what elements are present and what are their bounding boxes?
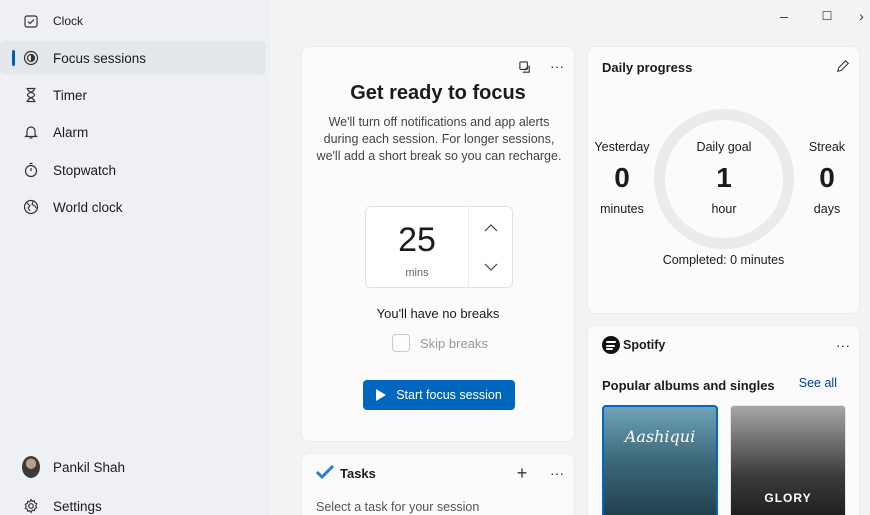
daily-goal-unit: hour bbox=[711, 202, 737, 216]
album-card[interactable]: Aashiqui bbox=[602, 405, 718, 515]
start-button-label: Start focus session bbox=[396, 388, 502, 402]
daily-progress-card: Daily progress Yesterday 0 minutes Daily… bbox=[587, 46, 860, 314]
breaks-info: You'll have no breaks bbox=[376, 306, 500, 321]
chevron-up-icon bbox=[484, 220, 498, 235]
tasks-header: Tasks bbox=[315, 464, 376, 482]
album-card[interactable]: GLORY bbox=[730, 405, 846, 515]
stopwatch-icon bbox=[22, 161, 40, 179]
tasks-card: Tasks + ··· Select a task for your sessi… bbox=[301, 453, 575, 515]
sidebar-item-clock[interactable]: Clock bbox=[0, 4, 266, 38]
popular-albums-title: Popular albums and singles bbox=[602, 378, 775, 393]
duration-value[interactable]: 25 bbox=[366, 221, 468, 260]
sidebar-item-alarm[interactable]: Alarm bbox=[0, 115, 266, 149]
account-button[interactable]: Pankil Shah bbox=[0, 450, 266, 484]
avatar bbox=[22, 456, 40, 478]
spotify-icon bbox=[602, 336, 620, 354]
more-options-icon[interactable]: ··· bbox=[546, 462, 568, 484]
sidebar-item-label: Stopwatch bbox=[53, 162, 117, 178]
spotify-card: Spotify ··· Popular albums and singles S… bbox=[587, 325, 860, 515]
hourglass-icon bbox=[22, 86, 40, 104]
bell-icon bbox=[22, 123, 40, 141]
completed-text: Completed: 0 minutes bbox=[662, 253, 785, 267]
focus-title: Get ready to focus bbox=[350, 82, 526, 104]
see-all-link[interactable]: See all bbox=[799, 376, 837, 390]
focus-card: ··· Get ready to focus We'll turn off no… bbox=[301, 46, 575, 442]
start-focus-session-button[interactable]: Start focus session bbox=[363, 380, 515, 410]
album-title: GLORY bbox=[764, 491, 812, 505]
streak-label: Streak bbox=[808, 140, 846, 154]
sidebar-item-label: World clock bbox=[53, 199, 123, 215]
sidebar: Clock Focus sessions Timer Alarm Stopwat… bbox=[0, 0, 270, 515]
duration-unit: mins bbox=[405, 267, 429, 279]
sidebar-item-label: Settings bbox=[53, 498, 102, 514]
streak-unit: days bbox=[813, 202, 841, 216]
globe-icon bbox=[22, 198, 40, 216]
minimize-button[interactable]: – bbox=[769, 8, 799, 24]
add-task-button[interactable]: + bbox=[511, 462, 533, 484]
focus-icon bbox=[22, 49, 40, 67]
sidebar-item-focus-sessions[interactable]: Focus sessions bbox=[0, 41, 266, 75]
gear-icon bbox=[22, 497, 40, 515]
tasks-hint: Select a task for your session bbox=[316, 500, 480, 514]
album-title: Aashiqui bbox=[624, 427, 696, 446]
yesterday-unit: minutes bbox=[600, 202, 644, 216]
focus-duration-stepper[interactable]: 25 mins bbox=[365, 206, 513, 288]
mini-mode-icon[interactable] bbox=[514, 56, 536, 78]
yesterday-label: Yesterday bbox=[594, 140, 650, 154]
sidebar-item-settings[interactable]: Settings bbox=[0, 489, 266, 515]
decrease-duration-button[interactable] bbox=[469, 247, 513, 287]
skip-breaks-row: Skip breaks bbox=[392, 334, 488, 352]
sidebar-item-timer[interactable]: Timer bbox=[0, 78, 266, 112]
streak-value: 0 bbox=[819, 162, 835, 193]
sidebar-item-stopwatch[interactable]: Stopwatch bbox=[0, 153, 266, 187]
yesterday-value: 0 bbox=[614, 162, 630, 193]
more-options-icon[interactable]: ··· bbox=[546, 55, 568, 77]
user-name: Pankil Shah bbox=[53, 459, 126, 475]
skip-breaks-checkbox[interactable] bbox=[392, 334, 410, 352]
skip-breaks-label: Skip breaks bbox=[420, 335, 488, 351]
edit-icon[interactable] bbox=[832, 55, 854, 77]
clock-icon bbox=[22, 12, 40, 30]
active-indicator bbox=[12, 50, 15, 66]
play-icon bbox=[376, 389, 387, 401]
todo-check-icon bbox=[315, 464, 335, 482]
sidebar-item-label: Clock bbox=[53, 14, 84, 28]
spotify-brand: Spotify bbox=[623, 338, 666, 352]
sidebar-item-label: Timer bbox=[53, 87, 87, 103]
spotify-logo: Spotify bbox=[602, 336, 665, 354]
tasks-title: Tasks bbox=[340, 466, 376, 481]
increase-duration-button[interactable] bbox=[469, 207, 513, 247]
sidebar-item-label: Alarm bbox=[53, 124, 89, 140]
daily-goal-value: 1 bbox=[716, 162, 732, 193]
daily-progress-title: Daily progress bbox=[602, 60, 693, 75]
focus-description: We'll turn off notifications and app ale… bbox=[316, 115, 562, 163]
daily-goal-label: Daily goal bbox=[696, 140, 752, 154]
maximize-button[interactable]: ☐ bbox=[812, 9, 842, 23]
sidebar-item-label: Focus sessions bbox=[53, 50, 147, 66]
chevron-down-icon bbox=[484, 260, 498, 275]
sidebar-item-world-clock[interactable]: World clock bbox=[0, 190, 266, 224]
window-more-button[interactable]: › bbox=[853, 8, 870, 24]
more-options-icon[interactable]: ··· bbox=[832, 334, 854, 356]
